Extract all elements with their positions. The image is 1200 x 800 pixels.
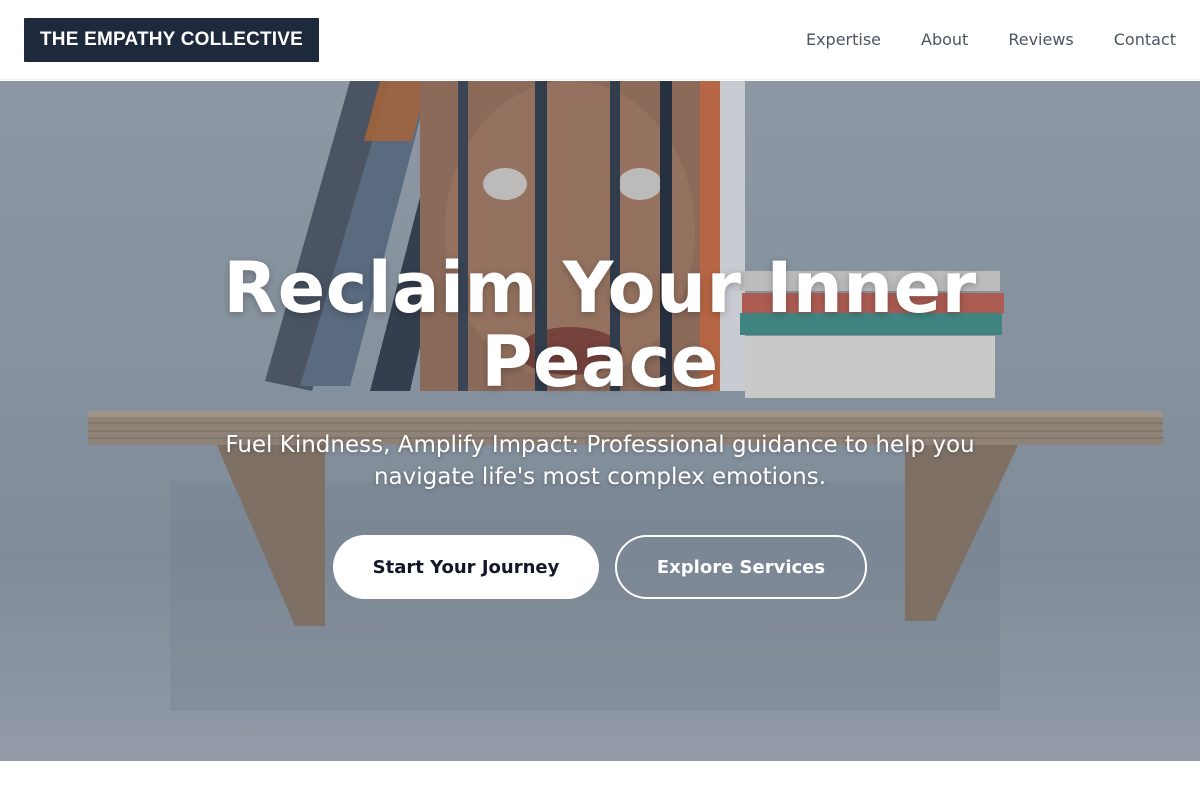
- nav-link-contact[interactable]: Contact: [1114, 30, 1176, 49]
- nav-link-about[interactable]: About: [921, 30, 968, 49]
- hero-title: Reclaim Your Inner Peace: [223, 247, 977, 403]
- hero-subtitle: Fuel Kindness, Amplify Impact: Professio…: [225, 432, 975, 490]
- hero-section: Reclaim Your Inner Peace Fuel Kindness, …: [0, 81, 1200, 761]
- site-header: THE EMPATHY COLLECTIVE Expertise About R…: [0, 0, 1200, 80]
- site-logo[interactable]: THE EMPATHY COLLECTIVE: [24, 17, 320, 62]
- nav-link-expertise[interactable]: Expertise: [806, 30, 881, 49]
- hero-cta-row: Start Your Journey Explore Services: [333, 535, 867, 599]
- nav-link-reviews[interactable]: Reviews: [1008, 30, 1073, 49]
- hero-content: Reclaim Your Inner Peace Fuel Kindness, …: [0, 81, 1200, 761]
- start-journey-button[interactable]: Start Your Journey: [333, 535, 599, 599]
- main-nav: Expertise About Reviews Contact: [766, 30, 1176, 49]
- explore-services-button[interactable]: Explore Services: [615, 535, 867, 599]
